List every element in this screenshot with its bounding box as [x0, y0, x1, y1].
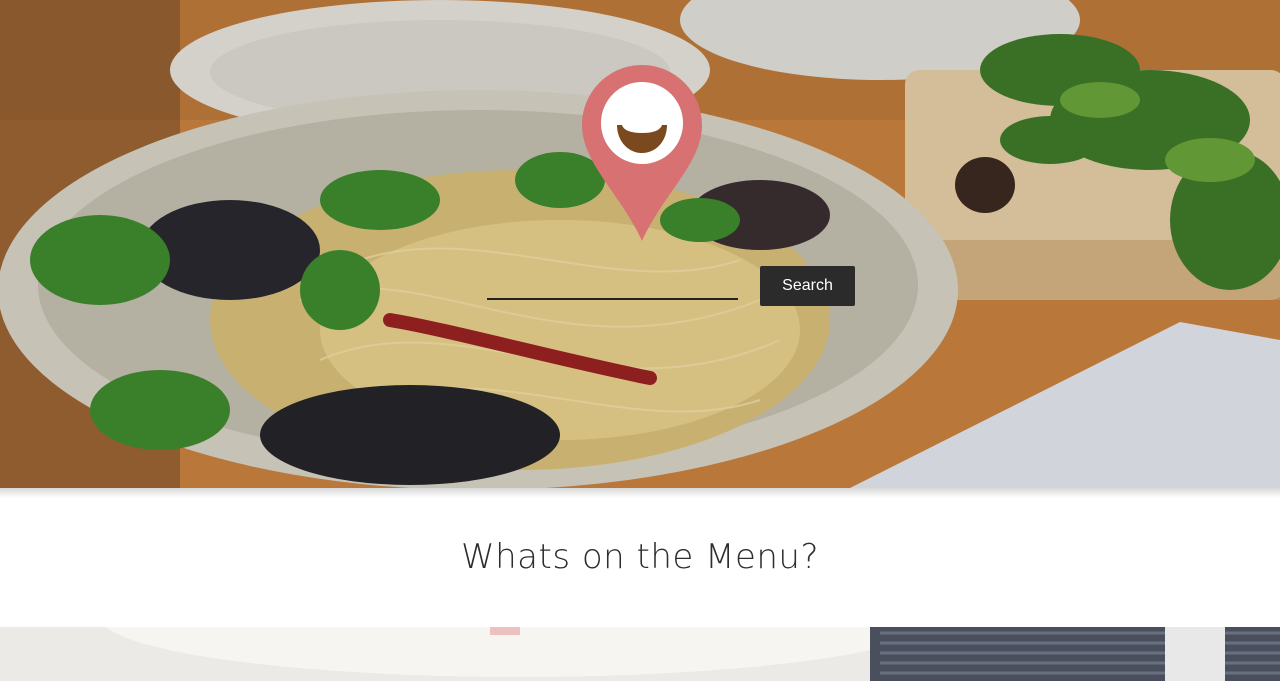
search-button[interactable]: Search: [760, 266, 855, 306]
search-input[interactable]: [487, 298, 738, 300]
next-section-image: [0, 627, 1280, 681]
menu-section: Whats on the Menu?: [0, 498, 1280, 627]
hero-banner: Search: [0, 0, 1280, 488]
section-title: Whats on the Menu?: [460, 536, 819, 577]
section-divider: [0, 488, 1280, 498]
next-section-photo: [0, 627, 1280, 681]
map-pin-bowl-icon: [582, 65, 702, 241]
